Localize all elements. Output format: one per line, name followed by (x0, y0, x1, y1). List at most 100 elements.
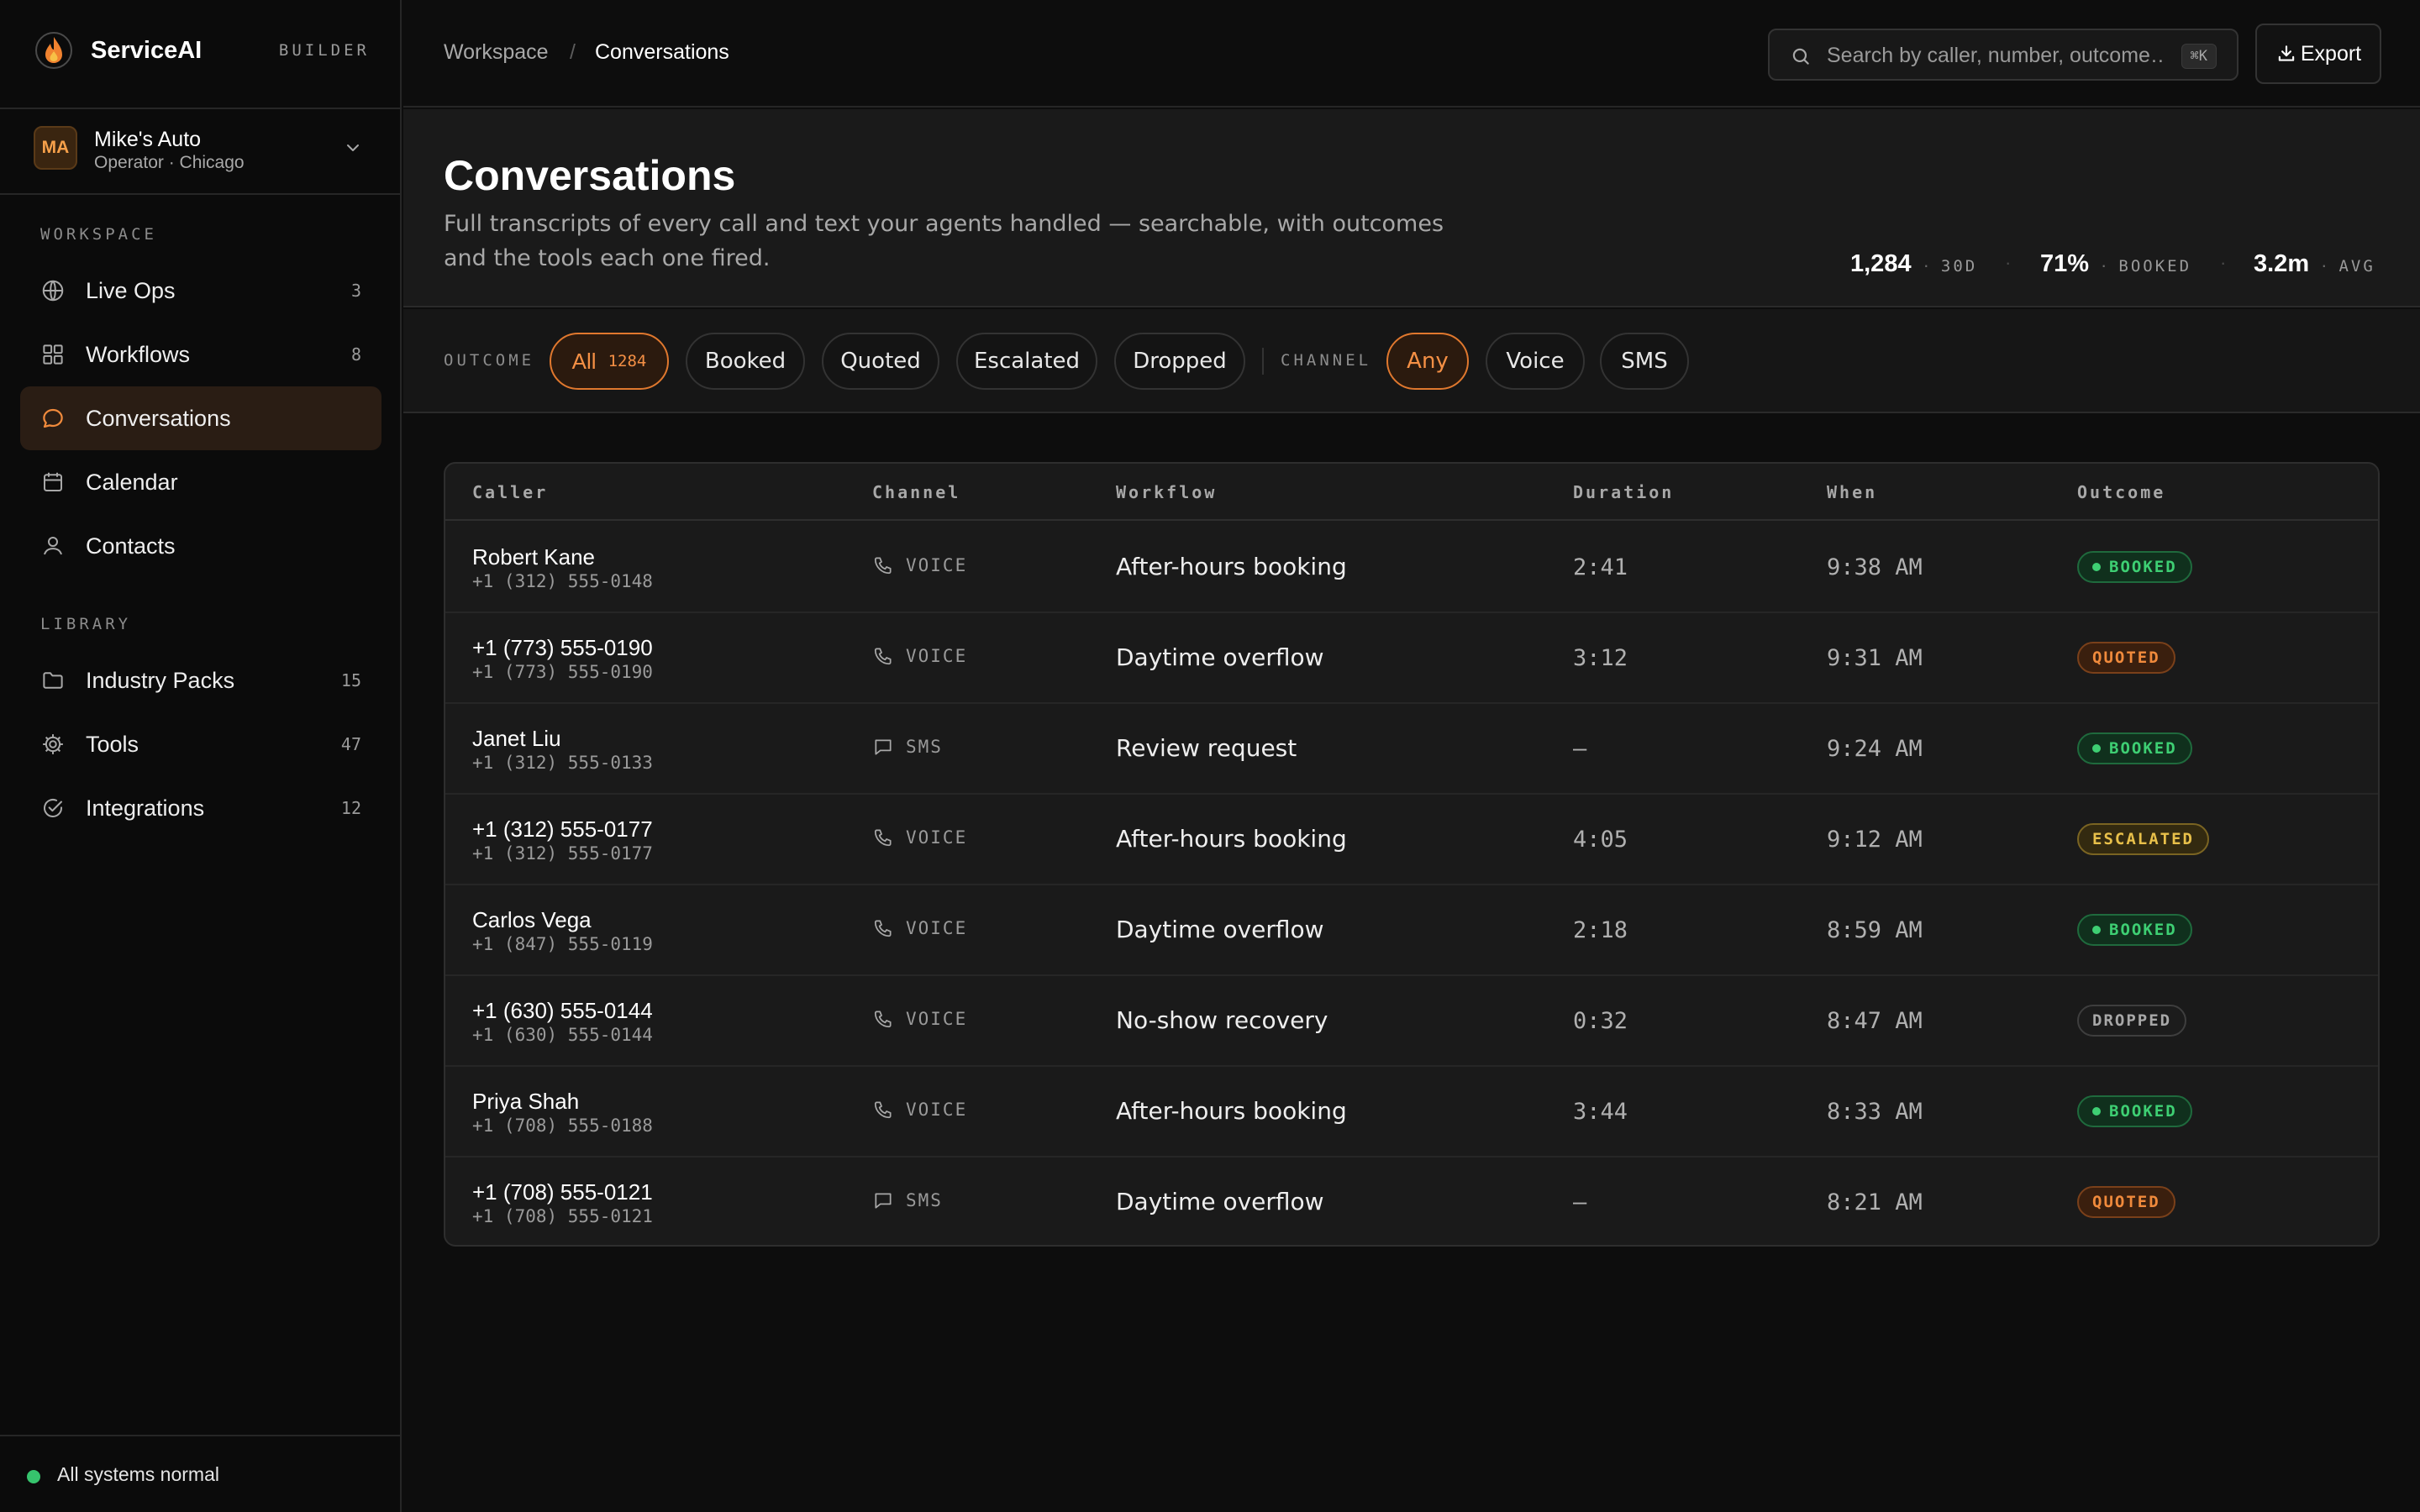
topbar: Workspace / Conversations ⌘K Export (403, 0, 2420, 108)
call-duration: 2:18 (1573, 917, 1628, 943)
status-text: All systems normal (57, 1463, 219, 1485)
caller-name: Janet Liu (472, 726, 561, 751)
call-time: 8:47 AM (1827, 1008, 1923, 1034)
table-row[interactable]: +1 (708) 555-0121 +1 (708) 555-0121 SMS Day… (445, 1158, 2378, 1245)
filter-chip-escalated[interactable]: Escalated (956, 333, 1097, 390)
stat-total: 1,284 · 30D (1850, 250, 1977, 278)
outcome-badge: BOOKED (2077, 914, 2192, 946)
outcome-label: DROPPED (2092, 1011, 2172, 1030)
phone-icon (874, 920, 892, 937)
workflow-name: Daytime overflow (1116, 916, 1324, 943)
sidebar-item-count: 12 (340, 798, 361, 818)
outcome-label: BOOKED (2109, 1102, 2177, 1121)
filter-chip-all[interactable]: All 1284 (550, 333, 669, 390)
outcome-badge: BOOKED (2077, 732, 2192, 764)
stat-booked: 71% · BOOKED (2040, 250, 2191, 278)
sidebar-item-count: 47 (340, 734, 361, 754)
phone-icon (874, 1011, 892, 1028)
search-input[interactable] (1827, 39, 2163, 72)
sidebar-item-live-ops[interactable]: Live Ops 3 (20, 259, 381, 323)
filter-chip-sms[interactable]: SMS (1600, 333, 1689, 390)
outcome-badge: BOOKED (2077, 1095, 2192, 1127)
table-row[interactable]: +1 (630) 555-0144 +1 (630) 555-0144 VOICE N… (445, 976, 2378, 1067)
conversations-table: Caller Channel Workflow Duration When Ou… (444, 462, 2380, 1247)
column-header-outcome[interactable]: Outcome (2077, 482, 2165, 502)
download-icon (2278, 45, 2295, 61)
sidebar-item-workflows[interactable]: Workflows 8 (20, 323, 381, 386)
caller-phone: +1 (312) 555-0133 (472, 753, 653, 773)
sidebar-item-integrations[interactable]: Integrations 12 (20, 776, 381, 840)
sidebar-item-tools[interactable]: Tools 47 (20, 712, 381, 776)
table-row[interactable]: +1 (312) 555-0177 +1 (312) 555-0177 VOICE A… (445, 795, 2378, 885)
table-row[interactable]: Carlos Vega +1 (847) 555-0119 VOICE Daytime… (445, 885, 2378, 976)
sidebar-item-conversations[interactable]: Conversations (20, 386, 381, 450)
sidebar-item-label: Integrations (86, 795, 205, 821)
column-header-channel[interactable]: Channel (872, 482, 960, 502)
call-time: 8:33 AM (1827, 1099, 1923, 1125)
stat-dot: · (2101, 255, 2107, 276)
stat-dot: · (1923, 255, 1929, 276)
search-box[interactable]: ⌘K (1768, 29, 2238, 81)
call-time: 8:59 AM (1827, 917, 1923, 943)
message-icon (875, 739, 892, 755)
outcome-label: QUOTED (2092, 1193, 2160, 1211)
filter-chip-dropped[interactable]: Dropped (1114, 333, 1245, 390)
channel-cell: SMS (872, 1189, 943, 1211)
filter-chip-booked[interactable]: Booked (686, 333, 805, 390)
table-row[interactable]: +1 (773) 555-0190 +1 (773) 555-0190 VOICE D… (445, 613, 2378, 704)
badge-dot (2092, 926, 2101, 934)
caller-phone: +1 (312) 555-0148 (472, 571, 653, 591)
chip-count: 1284 (608, 352, 647, 370)
call-time: 8:21 AM (1827, 1189, 1923, 1215)
badge-dot (2092, 1107, 2101, 1116)
table-row[interactable]: Janet Liu +1 (312) 555-0133 SMS Review requ… (445, 704, 2378, 795)
org-switcher[interactable]: MA Mike's Auto Operator · Chicago (0, 108, 400, 195)
org-name: Mike's Auto (94, 128, 202, 151)
column-header-when[interactable]: When (1827, 482, 1877, 502)
grid-icon (43, 344, 63, 365)
channel-label: SMS (906, 737, 943, 757)
caller-phone: +1 (847) 555-0119 (472, 934, 653, 954)
phone-icon (874, 829, 892, 847)
channel-cell: SMS (872, 736, 943, 758)
filter-bar: OUTCOME All 1284 Booked Quoted Escalated… (403, 309, 2420, 413)
table-row[interactable]: Robert Kane +1 (312) 555-0148 VOICE After-h… (445, 522, 2378, 613)
flame-logo-icon (35, 32, 72, 69)
brand[interactable]: ServiceAI BUILDER (34, 25, 370, 76)
call-duration: — (1573, 736, 1587, 762)
stat-value: 3.2m (2254, 250, 2310, 277)
caller-name: +1 (773) 555-0190 (472, 635, 653, 660)
filter-chip-quoted[interactable]: Quoted (822, 333, 939, 390)
column-header-workflow[interactable]: Workflow (1116, 482, 1217, 502)
sidebar: ServiceAI BUILDER MA Mike's Auto Operato… (0, 0, 402, 1512)
column-header-duration[interactable]: Duration (1573, 482, 1674, 502)
table-row[interactable]: Priya Shah +1 (708) 555-0188 VOICE After-ho… (445, 1067, 2378, 1158)
filter-chip-voice[interactable]: Voice (1486, 333, 1585, 390)
stat-value: 71% (2040, 250, 2090, 277)
sidebar-item-label: Industry Packs (86, 667, 235, 693)
workflow-name: Daytime overflow (1116, 643, 1324, 671)
stat-value: 1,284 (1850, 250, 1912, 277)
org-subtitle: Operator · Chicago (94, 153, 245, 172)
call-time: 9:24 AM (1827, 736, 1923, 762)
sidebar-item-contacts[interactable]: Contacts (20, 514, 381, 578)
sidebar-item-industry-packs[interactable]: Industry Packs 15 (20, 648, 381, 712)
check-circle-icon (44, 799, 62, 817)
channel-label: VOICE (906, 918, 968, 938)
column-header-caller[interactable]: Caller (472, 482, 548, 502)
breadcrumb-workspace[interactable]: Workspace (444, 40, 549, 65)
outcome-badge: BOOKED (2077, 551, 2192, 583)
table-header: Caller Channel Workflow Duration When Ou… (445, 464, 2378, 521)
channel-label: VOICE (906, 646, 968, 666)
sidebar-item-count: 15 (340, 670, 361, 690)
sidebar-item-label: Contacts (86, 533, 176, 559)
export-button[interactable]: Export (2255, 24, 2381, 84)
caller-phone: +1 (630) 555-0144 (472, 1025, 653, 1045)
outcome-label: BOOKED (2109, 921, 2177, 939)
sidebar-item-calendar[interactable]: Calendar (20, 450, 381, 514)
filter-chip-any[interactable]: Any (1386, 333, 1469, 390)
export-label: Export (2300, 41, 2362, 66)
user-icon (44, 537, 62, 555)
channel-cell: VOICE (872, 917, 967, 939)
search-shortcut: ⌘K (2181, 44, 2217, 69)
